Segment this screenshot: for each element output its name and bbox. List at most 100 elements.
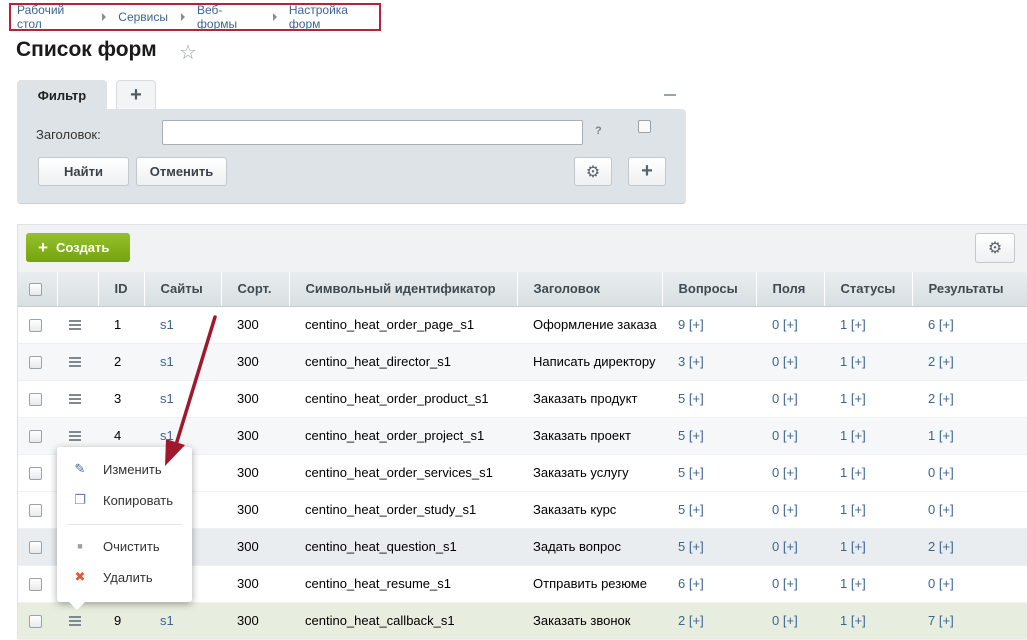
row-menu-icon[interactable] bbox=[69, 392, 81, 406]
statuses-link[interactable]: 1 bbox=[840, 502, 847, 517]
column-header-id[interactable]: ID bbox=[98, 272, 145, 307]
breadcrumb-web-forms[interactable]: Веб-формы bbox=[197, 3, 260, 31]
add-status-link[interactable]: [+] bbox=[851, 465, 866, 480]
column-header-title[interactable]: Заголовок bbox=[517, 272, 663, 307]
row-menu-icon[interactable] bbox=[69, 355, 81, 369]
row-checkbox[interactable] bbox=[29, 504, 42, 518]
add-status-link[interactable]: [+] bbox=[851, 539, 866, 554]
add-result-link[interactable]: [+] bbox=[939, 317, 954, 332]
site-link[interactable]: s1 bbox=[160, 354, 174, 369]
add-field-link[interactable]: [+] bbox=[783, 539, 798, 554]
fields-link[interactable]: 0 bbox=[772, 502, 779, 517]
breadcrumb-desktop[interactable]: Рабочий стол bbox=[17, 3, 89, 31]
questions-link[interactable]: 2 bbox=[678, 613, 685, 628]
add-field-link[interactable]: [+] bbox=[783, 502, 798, 517]
add-result-link[interactable]: [+] bbox=[939, 391, 954, 406]
row-menu-icon[interactable] bbox=[69, 318, 81, 332]
add-result-link[interactable]: [+] bbox=[939, 539, 954, 554]
questions-link[interactable]: 3 bbox=[678, 354, 685, 369]
title-filter-input[interactable] bbox=[162, 120, 583, 145]
add-status-link[interactable]: [+] bbox=[851, 317, 866, 332]
add-question-link[interactable]: [+] bbox=[689, 465, 704, 480]
add-status-link[interactable]: [+] bbox=[851, 354, 866, 369]
questions-link[interactable]: 9 bbox=[678, 317, 685, 332]
filter-tab[interactable]: Фильтр bbox=[17, 80, 107, 110]
add-status-link[interactable]: [+] bbox=[851, 613, 866, 628]
create-button[interactable]: + Создать bbox=[26, 233, 130, 262]
results-link[interactable]: 2 bbox=[928, 354, 935, 369]
table-row[interactable]: 3 s1 300 centino_heat_order_product_s1 Заказ… bbox=[18, 380, 1027, 418]
statuses-link[interactable]: 1 bbox=[840, 317, 847, 332]
add-question-link[interactable]: [+] bbox=[689, 354, 704, 369]
statuses-link[interactable]: 1 bbox=[840, 613, 847, 628]
add-question-link[interactable]: [+] bbox=[689, 576, 704, 591]
menu-item-clear[interactable]: ■ Очистить bbox=[57, 532, 192, 560]
add-question-link[interactable]: [+] bbox=[689, 428, 704, 443]
add-field-link[interactable]: [+] bbox=[783, 317, 798, 332]
fields-link[interactable]: 0 bbox=[772, 317, 779, 332]
add-question-link[interactable]: [+] bbox=[689, 391, 704, 406]
table-row[interactable]: 2 s1 300 centino_heat_director_s1 Написать д… bbox=[18, 343, 1027, 381]
results-link[interactable]: 2 bbox=[928, 539, 935, 554]
results-link[interactable]: 1 bbox=[928, 428, 935, 443]
row-checkbox[interactable] bbox=[29, 393, 42, 407]
statuses-link[interactable]: 1 bbox=[840, 465, 847, 480]
add-field-link[interactable]: [+] bbox=[783, 354, 798, 369]
questions-link[interactable]: 6 bbox=[678, 576, 685, 591]
column-header-results[interactable]: Результаты bbox=[912, 272, 1027, 307]
fields-link[interactable]: 0 bbox=[772, 354, 779, 369]
statuses-link[interactable]: 1 bbox=[840, 576, 847, 591]
row-menu-icon[interactable] bbox=[69, 614, 81, 628]
table-row[interactable]: 1 s1 300 centino_heat_order_page_s1 Оформлен… bbox=[18, 306, 1027, 344]
site-link[interactable]: s1 bbox=[160, 428, 174, 443]
results-link[interactable]: 6 bbox=[928, 317, 935, 332]
menu-item-copy[interactable]: ❐ Копировать bbox=[57, 486, 192, 514]
add-question-link[interactable]: [+] bbox=[689, 502, 704, 517]
results-link[interactable]: 2 bbox=[928, 391, 935, 406]
select-all-header[interactable] bbox=[18, 272, 58, 307]
questions-link[interactable]: 5 bbox=[678, 391, 685, 406]
add-result-link[interactable]: [+] bbox=[939, 576, 954, 591]
add-result-link[interactable]: [+] bbox=[939, 465, 954, 480]
results-link[interactable]: 0 bbox=[928, 502, 935, 517]
cancel-button[interactable]: Отменить bbox=[136, 157, 227, 186]
breadcrumb-services[interactable]: Сервисы bbox=[118, 10, 168, 24]
row-checkbox[interactable] bbox=[29, 578, 42, 592]
statuses-link[interactable]: 1 bbox=[840, 428, 847, 443]
add-field-link[interactable]: [+] bbox=[783, 613, 798, 628]
add-status-link[interactable]: [+] bbox=[851, 502, 866, 517]
row-menu-icon[interactable] bbox=[69, 429, 81, 443]
add-question-link[interactable]: [+] bbox=[689, 317, 704, 332]
fields-link[interactable]: 0 bbox=[772, 465, 779, 480]
add-field-link[interactable]: [+] bbox=[783, 428, 798, 443]
menu-item-edit[interactable]: ✎ Изменить bbox=[57, 455, 192, 483]
add-filter-field-button[interactable]: + bbox=[628, 157, 666, 186]
star-icon[interactable]: ☆ bbox=[179, 40, 197, 65]
site-link[interactable]: s1 bbox=[160, 317, 174, 332]
menu-item-delete[interactable]: ✖ Удалить bbox=[57, 563, 192, 591]
add-result-link[interactable]: [+] bbox=[939, 428, 954, 443]
add-field-link[interactable]: [+] bbox=[783, 576, 798, 591]
column-header-statuses[interactable]: Статусы bbox=[824, 272, 913, 307]
row-checkbox[interactable] bbox=[29, 430, 42, 444]
column-header-code[interactable]: Символьный идентификатор bbox=[289, 272, 518, 307]
add-status-link[interactable]: [+] bbox=[851, 428, 866, 443]
add-filter-tab-button[interactable]: + bbox=[116, 80, 156, 110]
statuses-link[interactable]: 1 bbox=[840, 539, 847, 554]
column-header-fields[interactable]: Поля bbox=[756, 272, 825, 307]
list-settings-button[interactable]: ⚙ bbox=[975, 233, 1015, 263]
add-result-link[interactable]: [+] bbox=[939, 502, 954, 517]
fields-link[interactable]: 0 bbox=[772, 613, 779, 628]
row-checkbox[interactable] bbox=[29, 615, 42, 629]
add-result-link[interactable]: [+] bbox=[939, 354, 954, 369]
add-field-link[interactable]: [+] bbox=[783, 391, 798, 406]
row-checkbox[interactable] bbox=[29, 319, 42, 333]
table-row[interactable]: 9 s1 300 centino_heat_callback_s1 Заказать з… bbox=[18, 602, 1027, 640]
questions-link[interactable]: 5 bbox=[678, 539, 685, 554]
questions-link[interactable]: 5 bbox=[678, 428, 685, 443]
column-header-sort[interactable]: Сорт. bbox=[221, 272, 290, 307]
results-link[interactable]: 0 bbox=[928, 576, 935, 591]
column-header-questions[interactable]: Вопросы bbox=[662, 272, 757, 307]
breadcrumb-form-settings[interactable]: Настройка форм bbox=[289, 3, 379, 31]
site-link[interactable]: s1 bbox=[160, 613, 174, 628]
